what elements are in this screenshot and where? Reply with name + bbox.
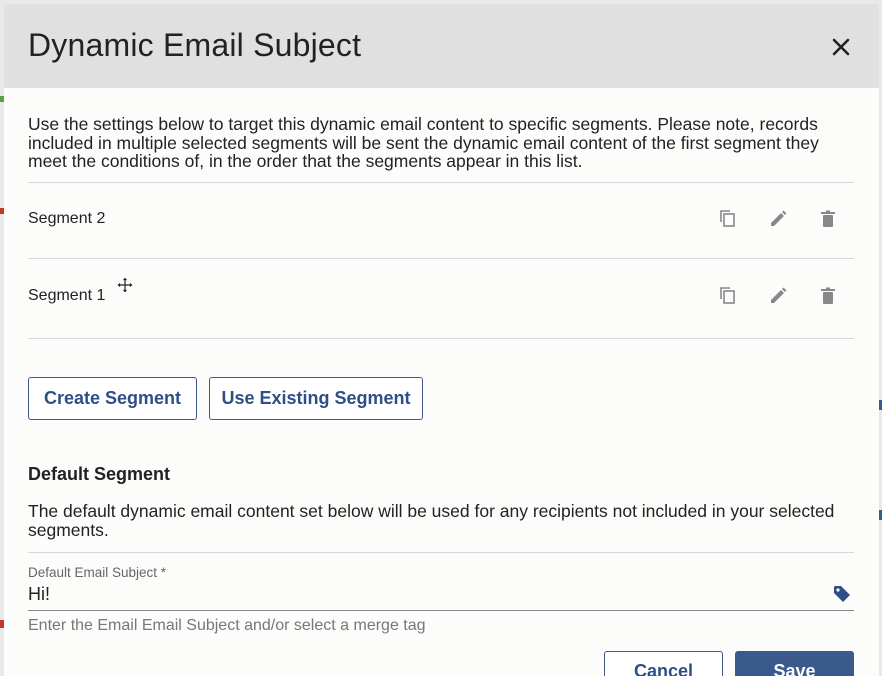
field-help-text: Enter the Email Email Subject and/or sel… bbox=[28, 617, 426, 634]
copy-icon[interactable] bbox=[718, 286, 738, 306]
default-email-subject-input[interactable] bbox=[28, 582, 828, 606]
default-email-subject-label: Default Email Subject * bbox=[28, 565, 167, 580]
default-segment-heading: Default Segment bbox=[28, 464, 171, 484]
tag-icon[interactable] bbox=[833, 585, 851, 603]
segment-row[interactable]: Segment 2 bbox=[28, 182, 854, 258]
modal-header: Dynamic Email Subject bbox=[4, 4, 879, 88]
segment-row[interactable]: Segment 1 bbox=[28, 259, 854, 335]
intro-text: Use the settings below to target this dy… bbox=[28, 114, 819, 171]
dynamic-email-subject-modal: Dynamic Email Subject Use the settings b… bbox=[4, 4, 879, 676]
use-existing-segment-button[interactable]: Use Existing Segment bbox=[209, 377, 423, 420]
cancel-button[interactable]: Cancel bbox=[604, 651, 723, 676]
segment-label: Segment 1 bbox=[28, 287, 106, 304]
create-segment-button[interactable]: Create Segment bbox=[28, 377, 197, 420]
copy-icon[interactable] bbox=[718, 209, 738, 229]
trash-icon[interactable] bbox=[818, 209, 838, 229]
field-underline bbox=[28, 610, 854, 611]
segment-label: Segment 2 bbox=[28, 210, 106, 227]
divider bbox=[28, 552, 854, 553]
close-button[interactable] bbox=[828, 34, 854, 60]
save-button[interactable]: Save bbox=[735, 651, 854, 676]
modal-title: Dynamic Email Subject bbox=[28, 27, 362, 63]
divider bbox=[28, 338, 854, 339]
edit-icon[interactable] bbox=[768, 286, 788, 306]
move-cursor-icon bbox=[116, 276, 134, 294]
edit-icon[interactable] bbox=[768, 209, 788, 229]
default-segment-description: The default dynamic email content set be… bbox=[28, 501, 835, 540]
trash-icon[interactable] bbox=[818, 286, 838, 306]
close-icon bbox=[832, 38, 850, 56]
